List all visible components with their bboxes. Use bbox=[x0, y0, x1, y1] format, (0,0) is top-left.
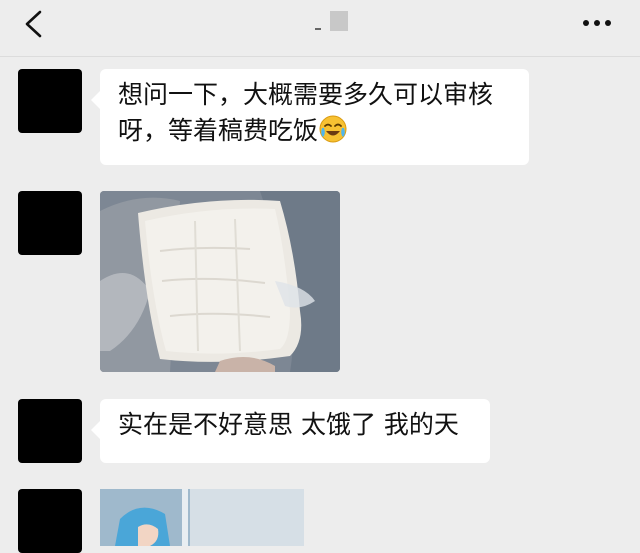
message-bubble[interactable]: 实在是不好意思 太饿了 我的天 bbox=[91, 399, 490, 463]
chat-title bbox=[0, 14, 640, 36]
avatar[interactable] bbox=[18, 399, 82, 463]
photo-tofu-image[interactable] bbox=[100, 191, 340, 372]
avatar[interactable] bbox=[18, 191, 82, 255]
photo-person-image[interactable] bbox=[100, 489, 304, 546]
message-text-line: 想问一下，大概需要多久可以审核 bbox=[118, 80, 494, 109]
more-horizontal-icon[interactable] bbox=[582, 16, 612, 30]
crying-laughing-emoji-icon bbox=[319, 115, 347, 143]
avatar[interactable] bbox=[18, 489, 82, 553]
message-text-line: 呀，等着稿费吃饭 bbox=[118, 113, 511, 149]
photo-tofu-icon bbox=[100, 191, 340, 372]
title-redaction-block bbox=[330, 11, 348, 31]
message-text: 实在是不好意思 太饿了 我的天 bbox=[118, 410, 459, 439]
title-redaction-mark bbox=[315, 28, 321, 30]
message-text-fragment: 呀，等着稿费吃饭 bbox=[118, 116, 319, 145]
chat-header bbox=[0, 0, 640, 57]
photo-person-icon bbox=[100, 489, 304, 546]
message-bubble[interactable]: 想问一下，大概需要多久可以审核 呀，等着稿费吃饭 bbox=[91, 69, 529, 165]
avatar[interactable] bbox=[18, 69, 82, 133]
